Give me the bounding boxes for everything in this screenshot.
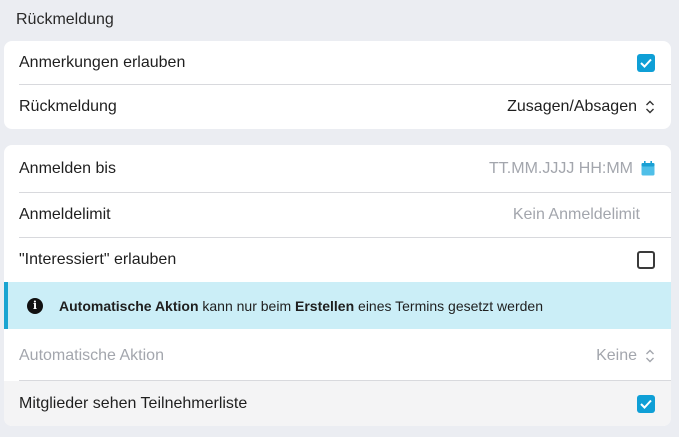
interested-label: "Interessiert" erlauben — [19, 251, 177, 268]
info-text: Automatische Aktion kann nur beim Erstel… — [59, 297, 543, 314]
feedback-value: Zusagen/Absagen — [507, 98, 637, 115]
limit-row[interactable]: Anmeldelimit Kein Anmeldelimit — [4, 193, 671, 237]
interested-checkbox[interactable] — [637, 251, 655, 269]
checkmark-icon — [640, 58, 652, 68]
register-until-placeholder: TT.MM.JJJJ HH:MM — [489, 159, 633, 177]
allow-comments-row[interactable]: Anmerkungen erlauben — [4, 41, 671, 84]
register-until-label: Anmelden bis — [19, 159, 116, 177]
chevron-up-down-icon — [646, 349, 654, 363]
limit-label: Anmeldelimit — [19, 206, 111, 223]
info-icon: i — [27, 297, 43, 314]
limit-input[interactable]: Kein Anmeldelimit — [513, 206, 655, 224]
allow-comments-checkbox[interactable] — [637, 53, 655, 72]
interested-row[interactable]: "Interessiert" erlauben — [4, 238, 671, 282]
auto-action-value: Keine — [596, 347, 637, 364]
feedback-label: Rückmeldung — [19, 98, 117, 115]
feedback-select[interactable]: Zusagen/Absagen — [507, 98, 655, 116]
members-see-list-checkbox[interactable] — [637, 394, 655, 413]
auto-action-select: Keine — [596, 347, 655, 365]
section-title: Rückmeldung — [16, 11, 114, 28]
calendar-icon[interactable] — [641, 161, 655, 176]
auto-action-row: Automatische Aktion Keine — [4, 333, 671, 379]
members-see-list-label: Mitglieder sehen Teilnehmerliste — [19, 394, 248, 412]
registration-settings-card: Anmelden bis TT.MM.JJJJ HH:MM Anmeldelim… — [4, 145, 671, 426]
chevron-up-down-icon — [646, 100, 654, 114]
info-banner: i Automatische Aktion kann nur beim Erst… — [4, 282, 671, 329]
feedback-select-row[interactable]: Rückmeldung Zusagen/Absagen — [4, 85, 671, 129]
allow-comments-label: Anmerkungen erlauben — [19, 53, 186, 71]
register-until-input[interactable]: TT.MM.JJJJ HH:MM — [489, 160, 655, 178]
checkmark-icon — [640, 399, 652, 409]
feedback-settings-card: Anmerkungen erlauben Rückmeldung Zusagen… — [4, 41, 671, 129]
auto-action-label: Automatische Aktion — [19, 347, 164, 364]
members-see-list-row[interactable]: Mitglieder sehen Teilnehmerliste — [4, 381, 671, 426]
register-until-row[interactable]: Anmelden bis TT.MM.JJJJ HH:MM — [4, 145, 671, 192]
